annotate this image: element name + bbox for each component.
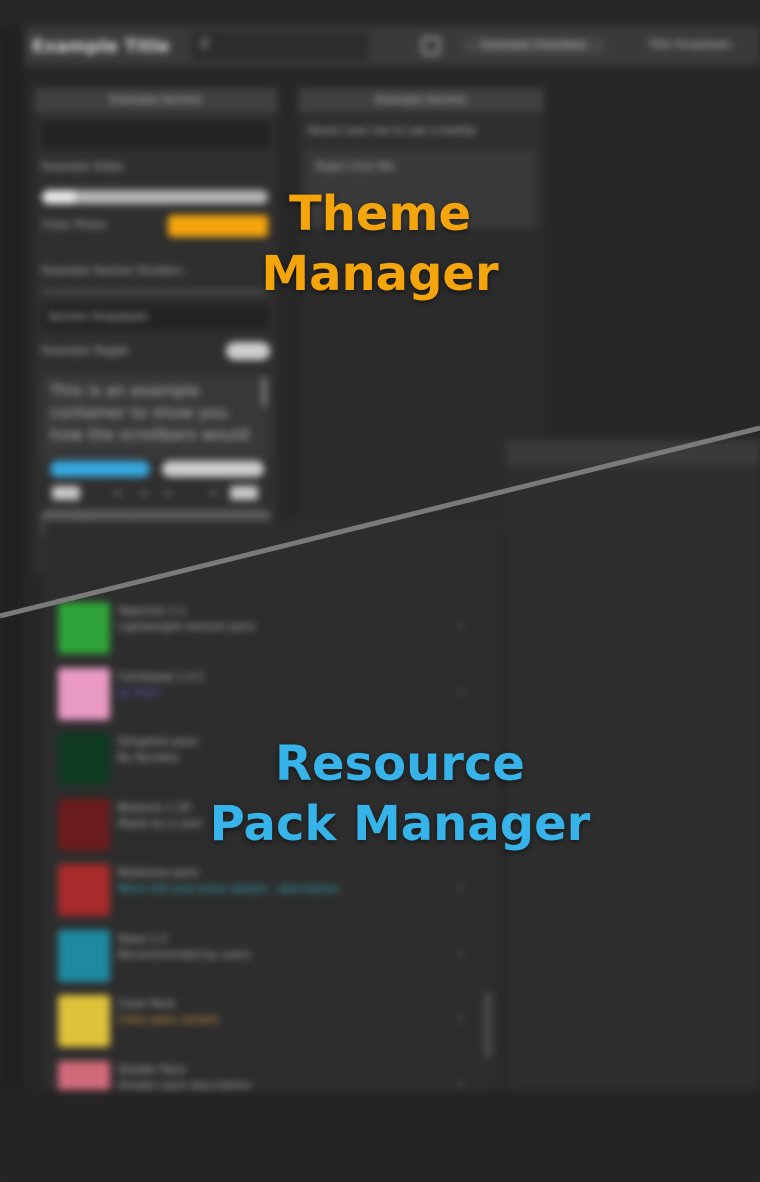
pack-heading-line2: Pack Manager <box>209 796 591 852</box>
theme-manager-heading: Theme Manager <box>230 184 530 304</box>
divider-line <box>0 425 760 619</box>
resource-pack-manager-heading: Resource Pack Manager <box>180 734 620 854</box>
theme-heading-line2: Manager <box>261 246 499 302</box>
diagonal-divider <box>0 425 760 619</box>
promo-banner: Example Title ⚲ Example Checkbox Title D… <box>0 0 760 1182</box>
pack-heading-line1: Resource <box>275 736 525 792</box>
theme-heading-line1: Theme <box>288 186 472 242</box>
